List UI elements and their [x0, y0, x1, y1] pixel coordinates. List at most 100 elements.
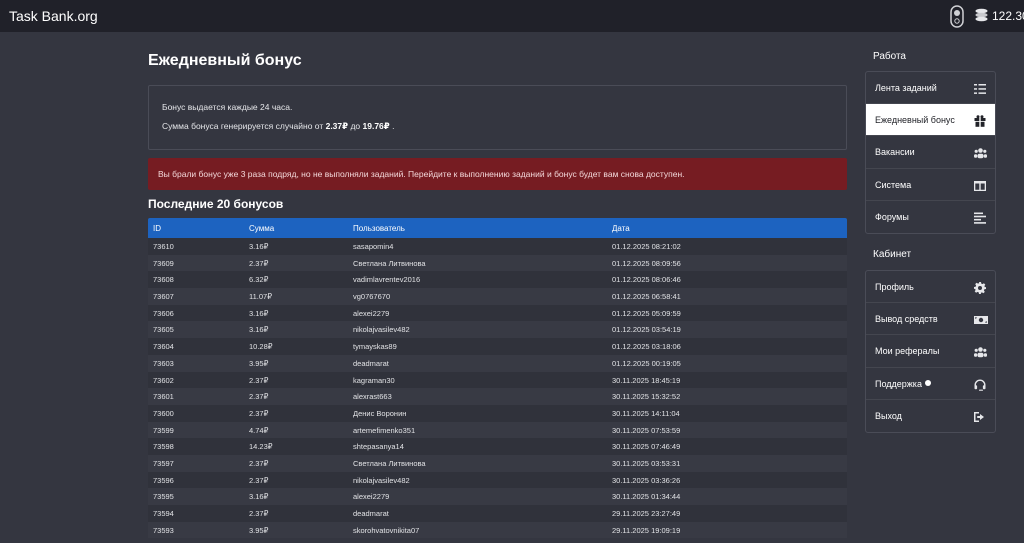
sidebar-item-users[interactable]: Вакансии	[866, 136, 995, 169]
table-row: 73599 4.74₽ artemefimenko351 30.11.2025 07:…	[148, 421, 847, 439]
table-row: 73610 3.16₽ sasapomin4 01.12.2025 08:21:02	[148, 238, 847, 255]
cell-user: sasapomin4	[353, 242, 394, 251]
cell-user: Светлана Литвинова	[353, 258, 426, 268]
money-icon	[974, 313, 988, 325]
cell-id: 73596	[153, 475, 174, 485]
table-row: 73597 2.37₽ Светлана Литвинова 30.11.2025 0…	[148, 454, 847, 472]
bonus-info-box: Бонус выдается каждые 24 часа. Сумма бон…	[148, 85, 847, 150]
cell-id: 73601	[153, 392, 174, 402]
cell-user: Светлана Литвинова	[353, 458, 426, 468]
cell-amount: 2.37₽	[249, 509, 269, 518]
cell-date: 30.11.2025 15:32:52	[612, 392, 681, 402]
cell-date: 30.11.2025 14:11:04	[612, 408, 680, 418]
cell-user: kagraman30	[353, 375, 395, 385]
top-bar: Task Bank.org 122.30	[0, 0, 1024, 32]
cell-amount: 2.37₽	[249, 458, 269, 468]
sidebar-item-columns[interactable]: Система	[866, 169, 995, 201]
sidebar-item-money[interactable]: Вывод средств	[866, 303, 995, 336]
bonus-min-amount: 2.37₽	[325, 121, 349, 131]
table-row: 73602 2.37₽ kagraman30 30.11.2025 18:45:19	[148, 371, 847, 389]
cell-user: Денис Воронин	[353, 408, 407, 418]
alert-text: Вы брали бонус уже 3 раза подряд, но не …	[158, 169, 685, 179]
table-row: 73604 10.28₽ tymayskas89 01.12.2025 03:18:0…	[148, 338, 847, 355]
sidebar-item-gift[interactable]: Ежедневный бонус	[866, 104, 995, 137]
sidebar-item-headset[interactable]: Поддержка	[866, 368, 995, 400]
cell-amount: 3.16₽	[249, 242, 269, 251]
menu-item-label: Выход	[875, 410, 902, 421]
cell-user: shtepasanya14	[353, 442, 404, 452]
cell-amount: 3.16₽	[249, 325, 269, 335]
sidebar-item-logout[interactable]: Выход	[866, 400, 995, 432]
column-header-id: ID	[153, 224, 161, 233]
table-header: ID Сумма Пользователь Дата	[148, 218, 847, 238]
cell-user: deadmarat	[353, 509, 389, 518]
sidebar-item-task-list[interactable]: Лента заданий	[866, 72, 995, 105]
cell-id: 73605	[153, 325, 174, 335]
menu-item-label: Поддержка	[875, 379, 931, 389]
table-row: 73595 3.16₽ alexei2279 30.11.2025 01:34:44	[148, 488, 847, 505]
menu-item-label: Система	[875, 179, 912, 190]
cell-date: 01.12.2025 00:19:05	[612, 358, 681, 368]
cell-date: 30.11.2025 18:45:19	[612, 375, 681, 385]
cell-amount: 2.37₽	[249, 258, 269, 268]
gift-icon	[974, 114, 986, 128]
table-row: 73607 11.07₽ vg0767670 01.12.2025 06:58:41	[148, 288, 847, 305]
cell-id: 73599	[153, 425, 174, 435]
table-row: 73601 2.37₽ alexrast663 30.11.2025 15:32:52	[148, 388, 847, 405]
cell-date: 01.12.2025 03:18:06	[612, 342, 681, 352]
page-title: Ежедневный бонус	[148, 52, 302, 69]
logout-icon	[974, 410, 986, 422]
menu-item-label: Профиль	[875, 282, 914, 292]
table-body: 73610 3.16₽ sasapomin4 01.12.2025 08:21:02 7…	[148, 238, 847, 539]
cell-date: 01.12.2025 08:06:46	[612, 275, 681, 285]
warning-alert: Вы брали бонус уже 3 раза подряд, но не …	[148, 158, 847, 190]
table-row: 73600 2.37₽ Денис Воронин 30.11.2025 14:11:…	[148, 404, 847, 422]
cell-amount: 6.32₽	[249, 275, 269, 285]
table-row: 73609 2.37₽ Светлана Литвинова 01.12.2025 0…	[148, 254, 847, 272]
cell-amount: 2.37₽	[249, 475, 269, 485]
cell-user: deadmarat	[353, 358, 389, 368]
gear-icon	[974, 281, 986, 294]
table-row: 73596 2.37₽ nikolajvasilev482 30.11.2025 03…	[148, 471, 847, 489]
cell-user: vg0767670	[353, 292, 391, 302]
cell-date: 01.12.2025 03:54:19	[612, 325, 681, 335]
cell-amount: 3.16₽	[249, 308, 269, 318]
recent-bonuses-title: Последние 20 бонусов	[148, 197, 284, 211]
cell-amount: 3.95₽	[249, 358, 269, 368]
cell-date: 30.11.2025 03:53:31	[612, 458, 681, 468]
menu-item-label: Лента заданий	[875, 83, 937, 93]
bonus-range-text: Сумма бонуса генерируется случайно от 2.…	[162, 121, 394, 132]
bonus-max-amount: 19.76₽	[362, 121, 390, 131]
notification-dot	[924, 379, 931, 386]
column-header-amount: Сумма	[249, 224, 275, 233]
cell-id: 73600	[153, 408, 174, 418]
coins-icon	[974, 8, 989, 22]
cell-id: 73604	[153, 342, 174, 352]
cell-date: 01.12.2025 08:21:02	[612, 242, 681, 251]
cell-id: 73603	[153, 358, 174, 368]
site-logo[interactable]: Task Bank.org	[9, 8, 98, 24]
avatar-icon[interactable]	[950, 5, 964, 28]
cell-amount: 4.74₽	[249, 425, 269, 435]
cell-date: 29.11.2025 23:27:49	[612, 509, 681, 518]
sidebar-heading-cabinet: Кабинет	[873, 249, 912, 260]
cell-id: 73602	[153, 375, 174, 385]
sidebar-item-users[interactable]: Мои рефералы	[866, 335, 995, 368]
table-row: 73605 3.16₽ nikolajvasilev482 01.12.2025 03…	[148, 321, 847, 339]
sidebar-item-align-left[interactable]: Форумы	[866, 201, 995, 233]
align-left-icon	[974, 211, 986, 224]
column-header-date: Дата	[612, 224, 630, 233]
cell-user: alexrast663	[353, 392, 392, 402]
balance-amount[interactable]: 122.30	[992, 9, 1024, 23]
cell-id: 73609	[153, 258, 174, 268]
sidebar-item-gear[interactable]: Профиль	[866, 271, 995, 304]
cell-amount: 3.95₽	[249, 525, 269, 535]
cell-amount: 2.37₽	[249, 408, 269, 418]
cell-date: 30.11.2025 07:46:49	[612, 442, 681, 452]
cell-user: alexei2279	[353, 492, 390, 502]
column-header-user: Пользователь	[353, 224, 405, 233]
columns-icon	[974, 179, 986, 191]
menu-item-label: Мои рефералы	[875, 346, 940, 357]
work-menu: Лента заданий Ежедневный бонус Вакансии Сис…	[865, 71, 996, 234]
cell-amount: 3.16₽	[249, 492, 269, 502]
